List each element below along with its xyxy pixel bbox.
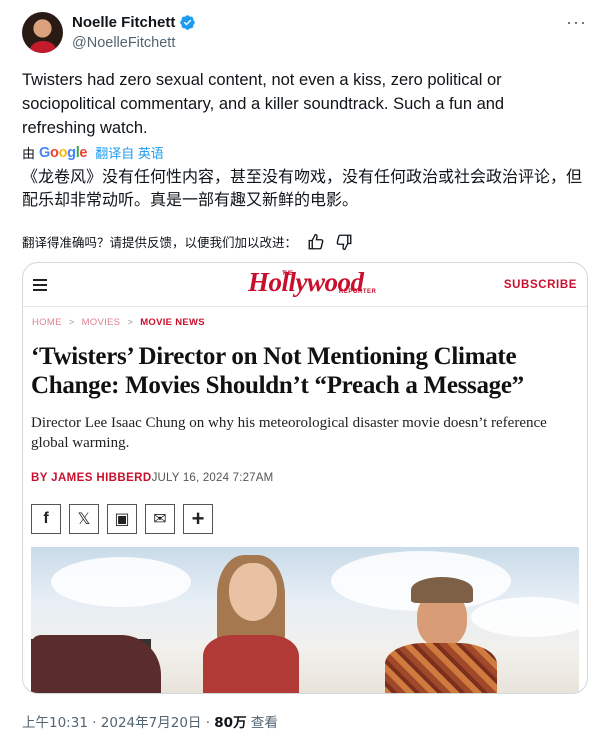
translation-attribution: 由 Google 翻译自 英语 xyxy=(22,143,164,162)
tweet-text: Twisters had zero sexual content, not ev… xyxy=(22,71,505,137)
avatar[interactable] xyxy=(22,12,63,53)
truck xyxy=(31,635,161,693)
facebook-share-button[interactable]: f xyxy=(31,504,61,534)
thr-logo-sub: REPORTER xyxy=(339,289,377,295)
translation-feedback: 翻译得准确吗？请提供反馈，以便我们加以改进： xyxy=(22,232,353,251)
feedback-prompt: 翻译得准确吗？请提供反馈，以便我们加以改进： xyxy=(22,235,298,250)
translation-by-label: 由 xyxy=(22,146,36,161)
share-buttons: f 𝕏 ▣ ✉ + xyxy=(31,504,213,534)
article-dek: Director Lee Isaac Chung on why his mete… xyxy=(31,415,547,451)
view-count: 80万 xyxy=(214,715,247,731)
translated-from-link[interactable]: 翻译自 英语 xyxy=(95,143,164,162)
breadcrumb-movies[interactable]: MOVIES xyxy=(82,317,121,328)
breadcrumb-movie-news[interactable]: MOVIE NEWS xyxy=(140,317,205,328)
more-share-button[interactable]: + xyxy=(183,504,213,534)
article-byline: BY JAMES HIBBERD JULY 16, 2024 7:27AM xyxy=(31,472,273,484)
view-label: 查看 xyxy=(246,715,278,731)
tweet-meta: 上午10:31 · 2024年7月20日 · 80万 查看 xyxy=(22,711,278,731)
email-share-button[interactable]: ✉ xyxy=(145,504,175,534)
thr-header: THE Hollywood REPORTER SUBSCRIBE xyxy=(23,263,587,307)
thumbs-down-icon[interactable] xyxy=(335,233,353,251)
author-name-row[interactable]: Noelle Fitchett xyxy=(72,14,196,31)
article-card[interactable]: THE Hollywood REPORTER SUBSCRIBE HOME > … xyxy=(22,262,588,694)
thumbs-up-icon[interactable] xyxy=(307,233,325,251)
flipboard-share-button[interactable]: ▣ xyxy=(107,504,137,534)
article-hero-image[interactable] xyxy=(31,547,579,693)
publish-date: JULY 16, 2024 7:27AM xyxy=(151,472,274,484)
tweet-timestamp[interactable]: 上午10:31 · 2024年7月20日 · xyxy=(22,715,214,731)
author-handle[interactable]: @NoelleFitchett xyxy=(72,35,175,51)
verified-badge-icon xyxy=(180,15,196,30)
breadcrumb-home[interactable]: HOME xyxy=(32,317,62,328)
x-share-button[interactable]: 𝕏 xyxy=(69,504,99,534)
more-options-icon[interactable]: ··· xyxy=(566,12,587,33)
menu-icon[interactable] xyxy=(33,279,47,291)
google-logo: Google xyxy=(39,144,88,161)
author-name[interactable]: Noelle Fitchett xyxy=(72,14,175,31)
author-byline[interactable]: BY JAMES HIBBERD xyxy=(31,472,152,484)
article-headline[interactable]: ‘Twisters’ Director on Not Mentioning Cl… xyxy=(31,342,571,400)
translated-text: 《龙卷风》没有任何性内容，甚至没有吻戏，没有任何政治或社会政治评论，但配乐却非常… xyxy=(22,167,583,209)
subscribe-link[interactable]: SUBSCRIBE xyxy=(504,279,577,291)
breadcrumb: HOME > MOVIES > MOVIE NEWS xyxy=(32,317,205,328)
